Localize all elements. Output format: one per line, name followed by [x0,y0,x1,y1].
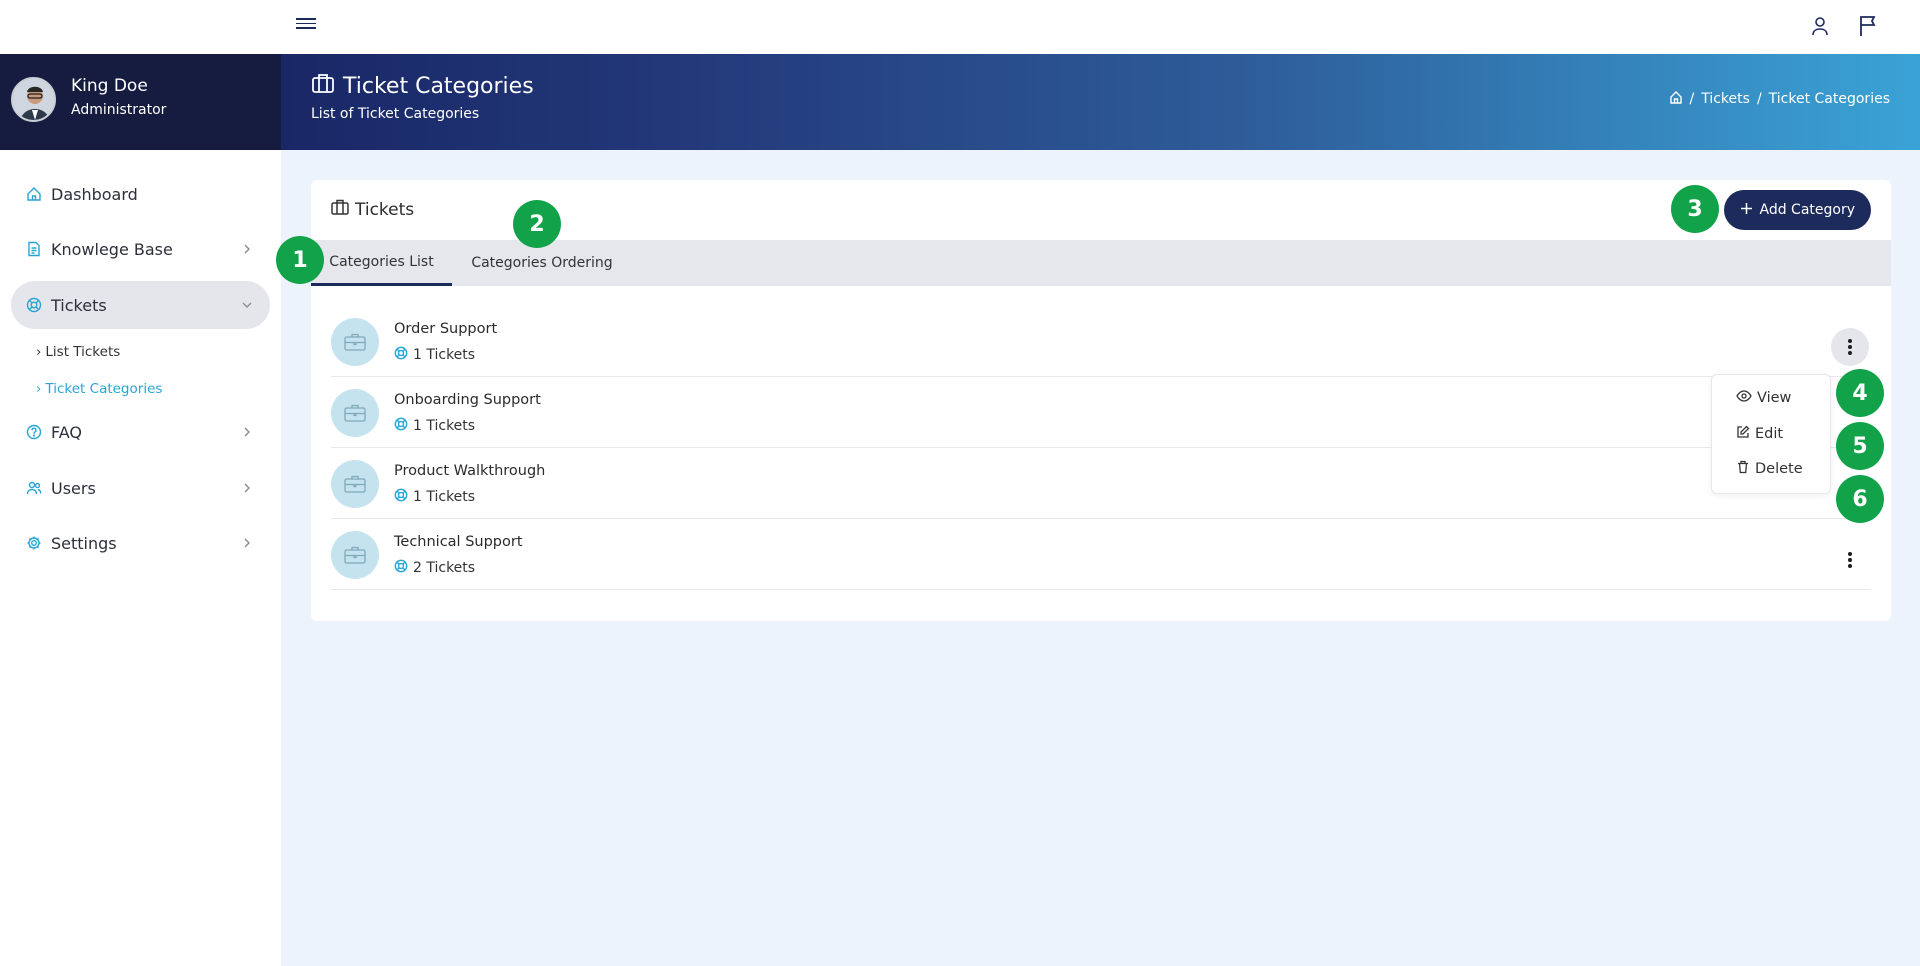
profile-name: King Doe [71,76,148,96]
sidebar-item-faq[interactable]: FAQ [11,408,270,456]
list-item: Order Support 1 Tickets [331,306,1871,377]
avatar[interactable] [11,77,56,122]
sidebar-item-label: Knowlege Base [51,239,173,259]
sidebar: Dashboard Knowlege Base Tickets › List T… [0,150,281,966]
breadcrumb: / Tickets / Ticket Categories [1669,90,1890,108]
document-icon [26,241,42,257]
ticket-count: 1 Tickets [394,346,475,364]
lifebuoy-icon [394,346,408,364]
hamburger-icon[interactable] [296,18,316,36]
profile-panel: King Doe Administrator [0,54,281,150]
page-banner: Ticket Categories List of Ticket Categor… [281,54,1920,150]
ticket-count: 2 Tickets [394,559,475,577]
lifebuoy-icon [394,417,408,435]
briefcase-icon [331,531,379,579]
page-subtitle: List of Ticket Categories [311,106,480,122]
menu-item-edit[interactable]: Edit [1736,425,1783,443]
category-name[interactable]: Onboarding Support [394,392,541,408]
category-name[interactable]: Order Support [394,321,497,337]
annotation-marker-2: 2 [513,200,561,248]
sidebar-item-knowledge-base[interactable]: Knowlege Base [11,225,270,273]
briefcase-icon [331,460,379,508]
home-icon[interactable] [1669,90,1683,108]
trash-icon [1736,460,1750,478]
row-actions-button[interactable] [1831,541,1869,579]
question-icon [26,424,42,440]
home-icon [26,186,42,202]
briefcase-icon [311,72,335,100]
menu-item-delete[interactable]: Delete [1736,460,1803,478]
profile-role: Administrator [71,102,167,118]
breadcrumb-ticket-categories: Ticket Categories [1768,91,1890,107]
ticket-count: 1 Tickets [394,488,475,506]
row-actions-button[interactable] [1831,328,1869,366]
sidebar-subitem-ticket-categories[interactable]: › Ticket Categories [36,381,162,397]
tabs-bar: Categories List Categories Ordering [311,240,1891,286]
ticket-count: 1 Tickets [394,417,475,435]
user-icon[interactable] [1808,14,1832,38]
chevron-right-icon [240,536,254,550]
eye-icon [1736,390,1752,406]
sidebar-item-tickets[interactable]: Tickets [11,281,270,329]
chevron-right-icon [240,425,254,439]
annotation-marker-5: 5 [1836,422,1884,470]
chevron-right-icon: › [36,381,42,397]
flag-icon[interactable] [1856,14,1880,38]
users-icon [26,480,42,496]
annotation-marker-6: 6 [1836,475,1884,523]
top-bar [0,0,1920,54]
plus-icon [1740,202,1753,219]
sidebar-subitem-list-tickets[interactable]: › List Tickets [36,344,120,360]
lifebuoy-icon [394,559,408,577]
annotation-marker-3: 3 [1671,185,1719,233]
annotation-marker-4: 4 [1836,369,1884,417]
tab-categories-list[interactable]: Categories List [311,240,452,286]
category-name[interactable]: Product Walkthrough [394,463,545,479]
lifebuoy-icon [26,297,42,313]
briefcase-icon [331,318,379,366]
sidebar-item-dashboard[interactable]: Dashboard [11,170,270,218]
sidebar-item-label: Dashboard [51,184,138,204]
annotation-marker-1: 1 [276,236,324,284]
briefcase-icon [331,389,379,437]
list-item: Technical Support 2 Tickets [331,519,1871,590]
categories-card: Tickets Add Category Categories List Cat… [311,180,1891,621]
chevron-down-icon [240,298,254,312]
chevron-right-icon [240,481,254,495]
briefcase-icon [331,199,349,220]
sidebar-item-users[interactable]: Users [11,464,270,512]
lifebuoy-icon [394,488,408,506]
breadcrumb-tickets[interactable]: Tickets [1701,91,1750,107]
card-title: Tickets [331,199,414,220]
sidebar-item-label: Settings [51,533,117,553]
chevron-right-icon: › [36,344,42,360]
sidebar-item-settings[interactable]: Settings [11,519,270,567]
chevron-right-icon [240,242,254,256]
add-category-button[interactable]: Add Category [1724,190,1871,230]
sidebar-item-label: Tickets [51,295,107,315]
sidebar-item-label: FAQ [51,422,82,442]
row-actions-menu: View Edit Delete [1711,374,1831,494]
sidebar-item-label: Users [51,478,96,498]
category-name[interactable]: Technical Support [394,534,523,550]
edit-icon [1736,425,1750,443]
menu-item-view[interactable]: View [1736,390,1791,406]
breadcrumb-separator: / [1689,91,1695,107]
list-item: Onboarding Support 1 Tickets [331,377,1871,448]
page-title: Ticket Categories [311,72,534,100]
gear-icon [26,535,42,551]
list-item: Product Walkthrough 1 Tickets [331,448,1871,519]
breadcrumb-separator: / [1756,91,1762,107]
